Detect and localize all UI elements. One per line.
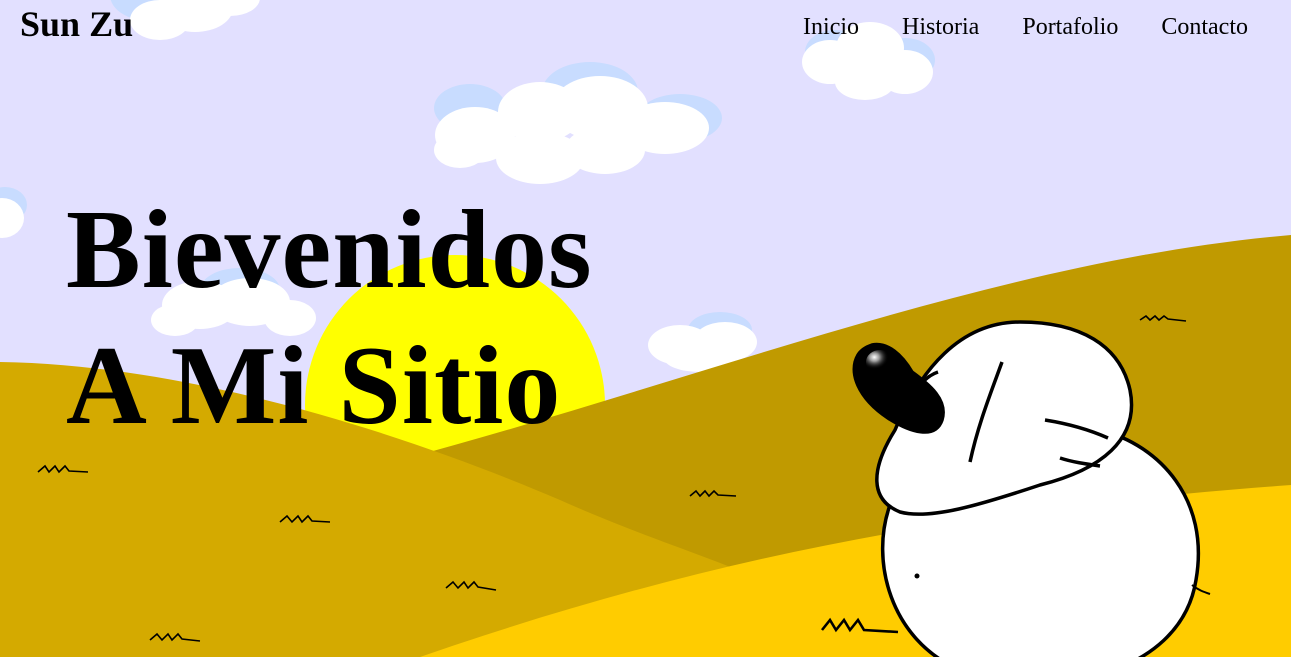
nav-item-inicio[interactable]: Inicio bbox=[803, 10, 859, 44]
hero-headline-line-1: Bievenidos bbox=[66, 188, 593, 312]
hero-headline: Bievenidos A Mi Sitio bbox=[66, 182, 593, 454]
nav-item-contacto[interactable]: Contacto bbox=[1161, 10, 1248, 44]
brand-logo-link[interactable]: Sun Zu bbox=[20, 2, 133, 46]
main-nav: Inicio Historia Portafolio Contacto bbox=[760, 10, 1248, 44]
nav-item-portafolio[interactable]: Portafolio bbox=[1022, 10, 1118, 44]
hero-headline-line-2: A Mi Sitio bbox=[66, 324, 562, 448]
hero-section: Sun Zu Inicio Historia Portafolio Contac… bbox=[0, 0, 1291, 657]
nav-item-historia[interactable]: Historia bbox=[902, 10, 979, 44]
